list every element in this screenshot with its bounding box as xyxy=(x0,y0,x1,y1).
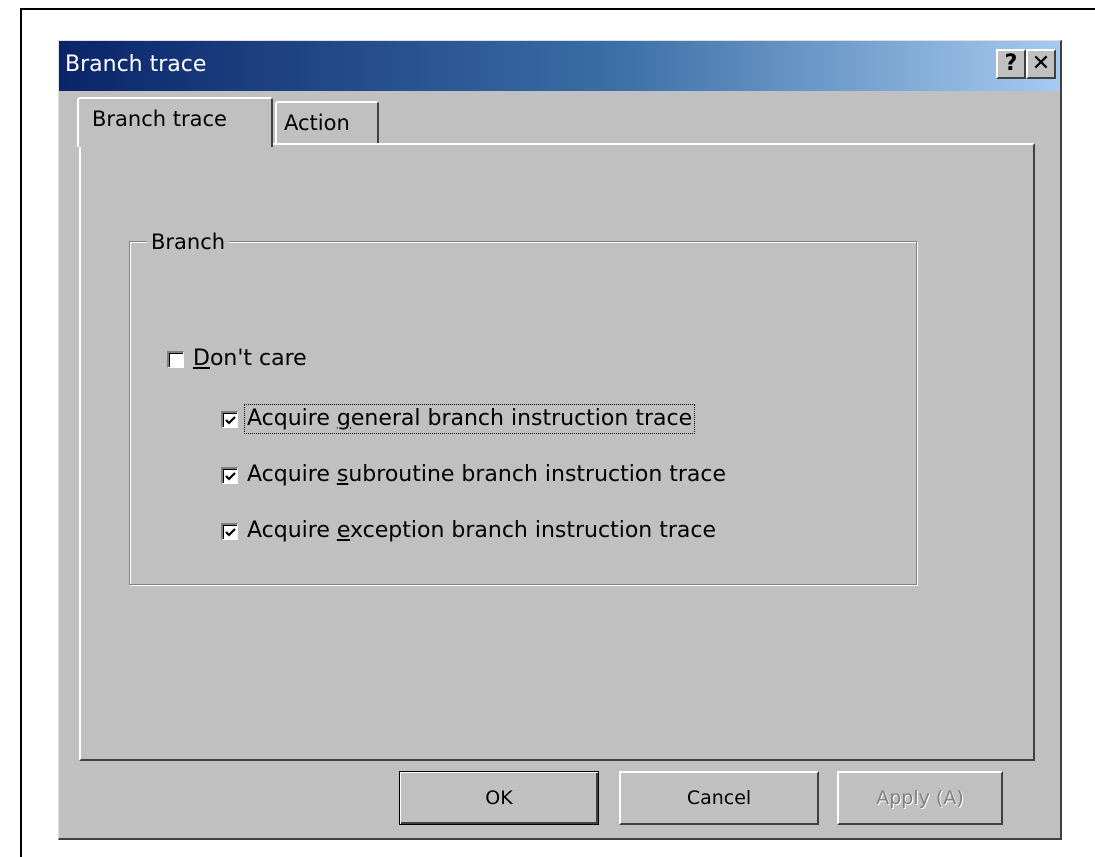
checkmark-icon xyxy=(225,415,236,425)
general-branch-checkbox[interactable] xyxy=(221,410,238,428)
general-branch-option[interactable]: Acquire general branch instruction trace xyxy=(221,404,696,434)
dialog-title: Branch trace xyxy=(65,52,207,77)
tab-branch-trace-label: Branch trace xyxy=(92,107,227,131)
ok-button[interactable]: OK xyxy=(399,771,599,825)
general-branch-label[interactable]: Acquire general branch instruction trace xyxy=(243,404,696,434)
tab-action-label: Action xyxy=(284,111,350,135)
checkmark-icon xyxy=(225,471,236,481)
document-frame-top xyxy=(20,8,1095,10)
checkmark-icon xyxy=(225,527,236,537)
apply-button: Apply (A) xyxy=(837,771,1003,825)
subroutine-branch-option[interactable]: Acquire subroutine branch instruction tr… xyxy=(221,461,728,489)
exception-branch-label[interactable]: Acquire exception branch instruction tra… xyxy=(245,517,718,545)
cancel-button-label: Cancel xyxy=(686,787,752,809)
subroutine-branch-label[interactable]: Acquire subroutine branch instruction tr… xyxy=(245,461,728,489)
dont-care-checkbox[interactable] xyxy=(167,350,184,368)
document-frame-left xyxy=(20,8,22,857)
close-icon: ✕ xyxy=(1031,51,1051,76)
branch-group-label: Branch xyxy=(147,229,230,255)
title-bar[interactable]: Branch trace ? ✕ xyxy=(59,41,1060,91)
close-button[interactable]: ✕ xyxy=(1026,49,1056,79)
branch-trace-dialog: Branch trace ? ✕ Branch trace Action Bra… xyxy=(58,40,1062,840)
subroutine-branch-checkbox[interactable] xyxy=(221,466,238,484)
help-icon: ? xyxy=(1004,51,1018,76)
cancel-button[interactable]: Cancel xyxy=(619,771,819,825)
tab-branch-trace[interactable]: Branch trace xyxy=(77,97,273,147)
tab-panel: Branch Don't care Acquire general branch… xyxy=(79,143,1035,761)
exception-branch-checkbox[interactable] xyxy=(221,522,238,540)
help-button[interactable]: ? xyxy=(996,49,1026,79)
dont-care-option[interactable]: Don't care xyxy=(167,345,309,373)
tab-action[interactable]: Action xyxy=(275,101,379,145)
apply-button-label: Apply (A) xyxy=(876,787,964,809)
dont-care-label[interactable]: Don't care xyxy=(191,345,309,373)
ok-button-label: OK xyxy=(485,787,513,809)
exception-branch-option[interactable]: Acquire exception branch instruction tra… xyxy=(221,517,718,545)
